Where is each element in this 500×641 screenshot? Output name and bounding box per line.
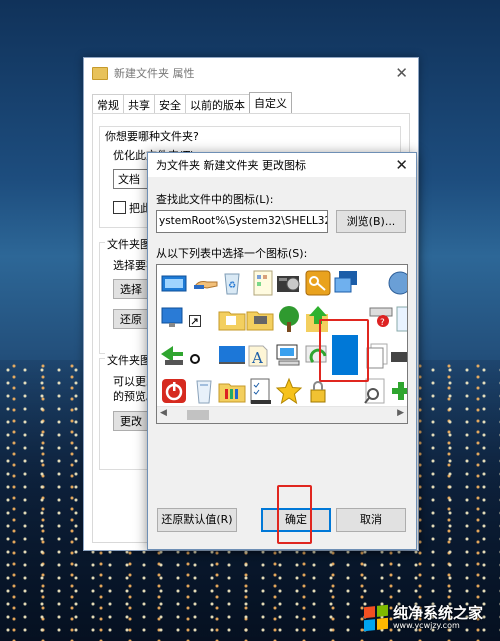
properties-title: 新建文件夹 属性 [114, 67, 195, 80]
window-icon[interactable] [159, 268, 189, 298]
media-icon[interactable] [274, 268, 304, 298]
folder-icon-label: 文件夹图 [105, 352, 153, 368]
folder-tools-icon[interactable] [217, 376, 247, 406]
printer-folder-icon[interactable] [245, 304, 275, 334]
svg-text:♻: ♻ [228, 281, 236, 291]
folder-docs-icon[interactable] [217, 304, 247, 334]
globe-icon[interactable] [385, 268, 407, 298]
scroll-left-icon[interactable]: ◀ [160, 408, 167, 418]
svg-text:?: ? [380, 318, 385, 328]
monitor-blue-icon[interactable] [217, 340, 247, 370]
font-icon[interactable]: A [245, 340, 275, 370]
doc-edge-icon[interactable] [393, 304, 407, 334]
watermark-url: www.ycwjzy.com [393, 620, 460, 630]
icon-list[interactable]: ♻ ? A ◀ ▶ [156, 264, 408, 424]
browse-button[interactable]: 浏览(B)... [336, 210, 406, 233]
checklist-icon[interactable] [245, 376, 275, 406]
power-icon[interactable] [159, 376, 189, 406]
windows-logo-icon [364, 604, 388, 631]
window-stack-icon[interactable] [331, 268, 361, 298]
folder-picture-label: 文件夹图 [105, 236, 153, 252]
ok-button-highlight [277, 485, 312, 544]
watermark-title: 纯净系统之家 [393, 604, 484, 622]
svg-text:A: A [251, 349, 263, 367]
network-icon[interactable] [159, 340, 189, 370]
properties-tabs: 常规 共享 安全 以前的版本 自定义 [92, 92, 292, 115]
monitor-icon[interactable] [159, 304, 189, 334]
close-icon[interactable]: ✕ [395, 156, 408, 174]
star-icon[interactable] [274, 376, 304, 406]
folder-icon [92, 66, 108, 80]
dialog-title: 为文件夹 新建文件夹 更改图标 [156, 159, 306, 172]
tree-icon[interactable] [274, 304, 304, 334]
keyboard-icon[interactable] [389, 340, 407, 370]
recycle-full-icon[interactable] [189, 376, 219, 406]
scroll-right-icon[interactable]: ▶ [397, 408, 404, 418]
computer-icon[interactable] [274, 340, 304, 370]
tab-previous-versions[interactable]: 以前的版本 [185, 94, 250, 115]
properties-title-bar: 新建文件夹 属性 [84, 58, 418, 88]
restore-default-button[interactable]: 还原默认值(R) [157, 508, 237, 532]
close-icon[interactable]: ✕ [395, 64, 408, 82]
clock-icon[interactable] [189, 353, 201, 365]
icon-file-path-input[interactable]: ystemRoot%\System32\SHELL32.dll [156, 210, 328, 233]
apply-subfolders-checkbox[interactable] [113, 201, 126, 214]
tab-sharing[interactable]: 共享 [123, 94, 155, 115]
scrollbar-thumb[interactable] [187, 410, 209, 420]
find-icons-label: 查找此文件中的图标(L): [156, 193, 274, 206]
icon-list-scrollbar[interactable]: ◀ ▶ [157, 406, 407, 423]
shortcut-arrow-icon[interactable] [189, 315, 201, 327]
tab-security[interactable]: 安全 [154, 94, 186, 115]
recycle-bin-icon[interactable]: ♻ [217, 268, 247, 298]
add-icon[interactable] [387, 376, 407, 406]
select-icon-label: 从以下列表中选择一个图标(S): [156, 247, 308, 260]
watermark: 纯净系统之家 www.ycwjzy.com [364, 604, 484, 631]
tab-customize[interactable]: 自定义 [249, 92, 292, 115]
cancel-button[interactable]: 取消 [336, 508, 406, 532]
folder-type-question: 你想要哪种文件夹? [105, 130, 199, 143]
key-icon[interactable] [303, 268, 333, 298]
tab-general[interactable]: 常规 [92, 94, 124, 115]
dialog-title-bar: 为文件夹 新建文件夹 更改图标 [148, 153, 416, 178]
selected-icon-highlight [319, 319, 369, 382]
